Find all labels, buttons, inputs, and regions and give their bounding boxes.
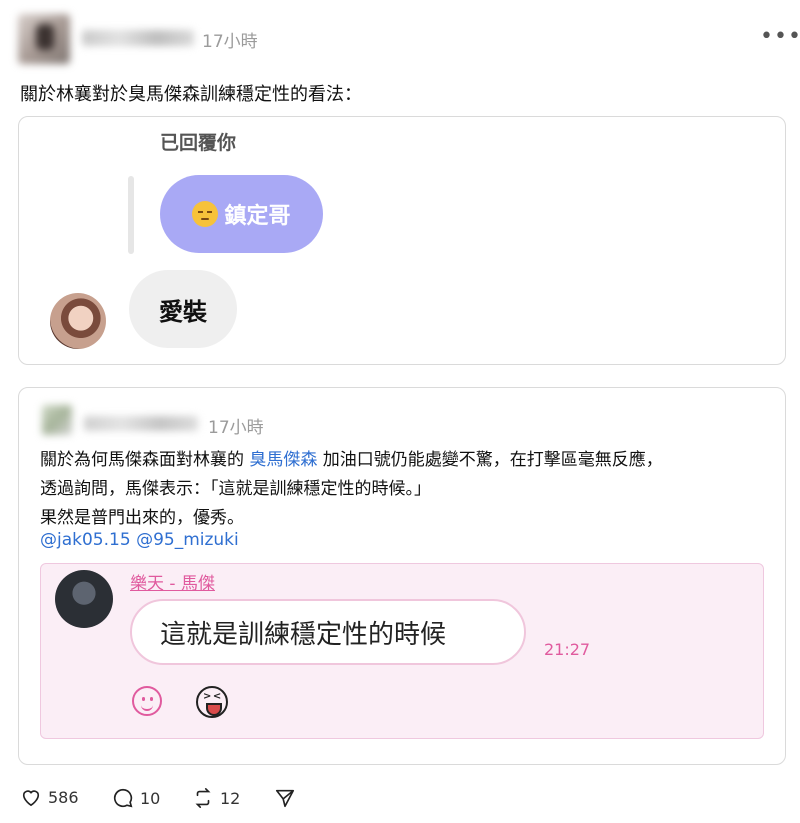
like-count: 586	[48, 787, 79, 807]
reply-quote-bar	[128, 176, 134, 254]
mentions: @jak05.15 @95_mizuki	[40, 530, 239, 550]
chat-message-bubble: 這就是訓練穩定性的時候	[130, 599, 526, 665]
reply-message-bubble: 愛裝	[129, 270, 237, 348]
quoted-post-time: 17小時	[208, 418, 264, 438]
quoted-story-text: 鎮定哥	[224, 204, 291, 229]
chat-sender-avatar	[55, 570, 113, 628]
replied-label: 已回覆你	[160, 132, 237, 154]
pensive-face-icon	[192, 201, 219, 227]
repost-count: 12	[220, 788, 241, 808]
chat-sender-name: 樂天 - 馬傑	[130, 574, 215, 594]
comment-button[interactable]: 10	[112, 787, 160, 809]
laughing-face-icon	[196, 686, 228, 718]
quoted-text-part: 關於為何馬傑森面對林襄的	[40, 450, 250, 470]
post-text: 關於林襄對於臭馬傑森訓練穩定性的看法：	[20, 84, 362, 105]
repost-icon	[195, 788, 211, 808]
quoted-text-line-2: 透過詢問，馬傑表示：「這就是訓練穩定性的時候。」	[40, 479, 431, 499]
mention-link-1[interactable]: @jak05.15	[40, 530, 131, 550]
quoted-text-line-3: 果然是普門出來的，優秀。	[40, 508, 244, 528]
hashtag-link[interactable]: 臭馬傑森	[249, 450, 317, 470]
author-avatar[interactable]	[18, 14, 70, 64]
share-button[interactable]	[274, 787, 302, 809]
quoted-text-line-1: 關於為何馬傑森面對林襄的 臭馬傑森 加油口號仍能處變不驚，在打擊區毫無反應，	[40, 445, 663, 470]
repost-button[interactable]: 12	[192, 787, 240, 809]
comment-icon	[113, 788, 133, 808]
quoted-story-bubble: 鎮定哥	[160, 175, 323, 253]
reply-sender-avatar	[50, 293, 106, 349]
mention-link-2[interactable]: @95_mizuki	[136, 530, 239, 550]
post-time: 17小時	[202, 32, 258, 52]
quoted-author-name-blurred[interactable]	[84, 416, 198, 431]
more-options-icon[interactable]: •••	[760, 24, 800, 49]
send-icon	[275, 789, 295, 808]
comment-count: 10	[140, 788, 161, 808]
quoted-author-avatar[interactable]	[42, 405, 72, 435]
like-button[interactable]: 586	[20, 787, 79, 807]
chat-message-time: 21:27	[544, 640, 591, 659]
quoted-text-part: 加油口號仍能處變不驚，在打擊區毫無反應，	[317, 450, 663, 470]
heart-icon	[22, 790, 40, 807]
smile-icon	[132, 686, 162, 716]
author-name-blurred[interactable]	[82, 30, 194, 46]
